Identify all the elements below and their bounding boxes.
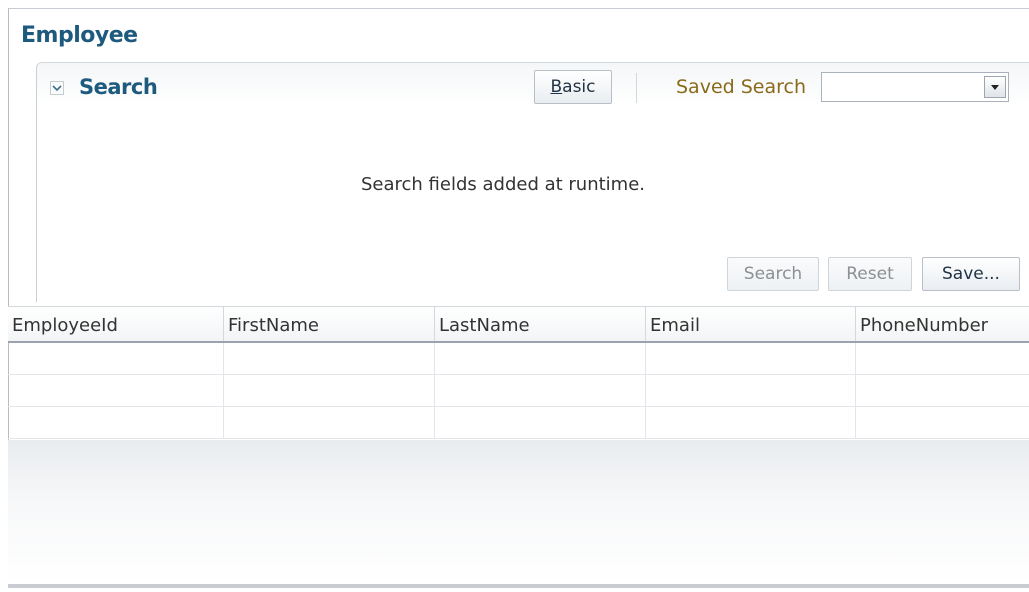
results-table: EmployeeId FirstName LastName Email Phon… bbox=[8, 306, 1029, 584]
table-row[interactable] bbox=[8, 343, 1029, 375]
table-cell bbox=[646, 407, 856, 438]
table-cell bbox=[224, 375, 435, 406]
basic-button[interactable]: B asic bbox=[534, 70, 612, 104]
column-header-phonenumber[interactable]: PhoneNumber bbox=[856, 307, 1029, 341]
table-cell bbox=[435, 407, 646, 438]
table-cell bbox=[435, 343, 646, 374]
column-header-lastname[interactable]: LastName bbox=[435, 307, 646, 341]
table-cell bbox=[856, 407, 1029, 438]
table-cell bbox=[224, 407, 435, 438]
dropdown-arrow-icon[interactable] bbox=[984, 76, 1006, 98]
search-fields-message: Search fields added at runtime. bbox=[360, 174, 646, 195]
table-empty-area bbox=[8, 440, 1029, 584]
bottom-border bbox=[8, 584, 1029, 588]
table-header-row: EmployeeId FirstName LastName Email Phon… bbox=[8, 306, 1029, 343]
table-cell bbox=[8, 375, 224, 406]
basic-button-mnemonic: B bbox=[550, 77, 563, 97]
table-row[interactable] bbox=[8, 407, 1029, 439]
search-panel-title: Search bbox=[79, 75, 158, 99]
table-cell bbox=[8, 407, 224, 438]
table-row[interactable] bbox=[8, 375, 1029, 407]
saved-search-label: Saved Search bbox=[676, 76, 807, 98]
save-button[interactable]: Save... bbox=[922, 257, 1020, 291]
search-button[interactable]: Search bbox=[727, 257, 819, 291]
basic-button-label: asic bbox=[562, 77, 596, 97]
table-cell bbox=[646, 375, 856, 406]
saved-search-select[interactable] bbox=[821, 72, 1009, 102]
chevron-down-icon[interactable] bbox=[50, 81, 64, 95]
table-cell bbox=[8, 343, 224, 374]
page-title: Employee bbox=[21, 23, 138, 48]
table-cell bbox=[646, 343, 856, 374]
header-separator bbox=[636, 73, 637, 103]
column-header-employeeid[interactable]: EmployeeId bbox=[8, 307, 224, 341]
table-cell bbox=[856, 375, 1029, 406]
search-panel: Search B asic Saved Search Search fields… bbox=[36, 62, 1029, 302]
table-cell bbox=[856, 343, 1029, 374]
column-header-email[interactable]: Email bbox=[646, 307, 856, 341]
column-header-firstname[interactable]: FirstName bbox=[224, 307, 435, 341]
table-cell bbox=[224, 343, 435, 374]
table-cell bbox=[435, 375, 646, 406]
reset-button[interactable]: Reset bbox=[828, 257, 912, 291]
